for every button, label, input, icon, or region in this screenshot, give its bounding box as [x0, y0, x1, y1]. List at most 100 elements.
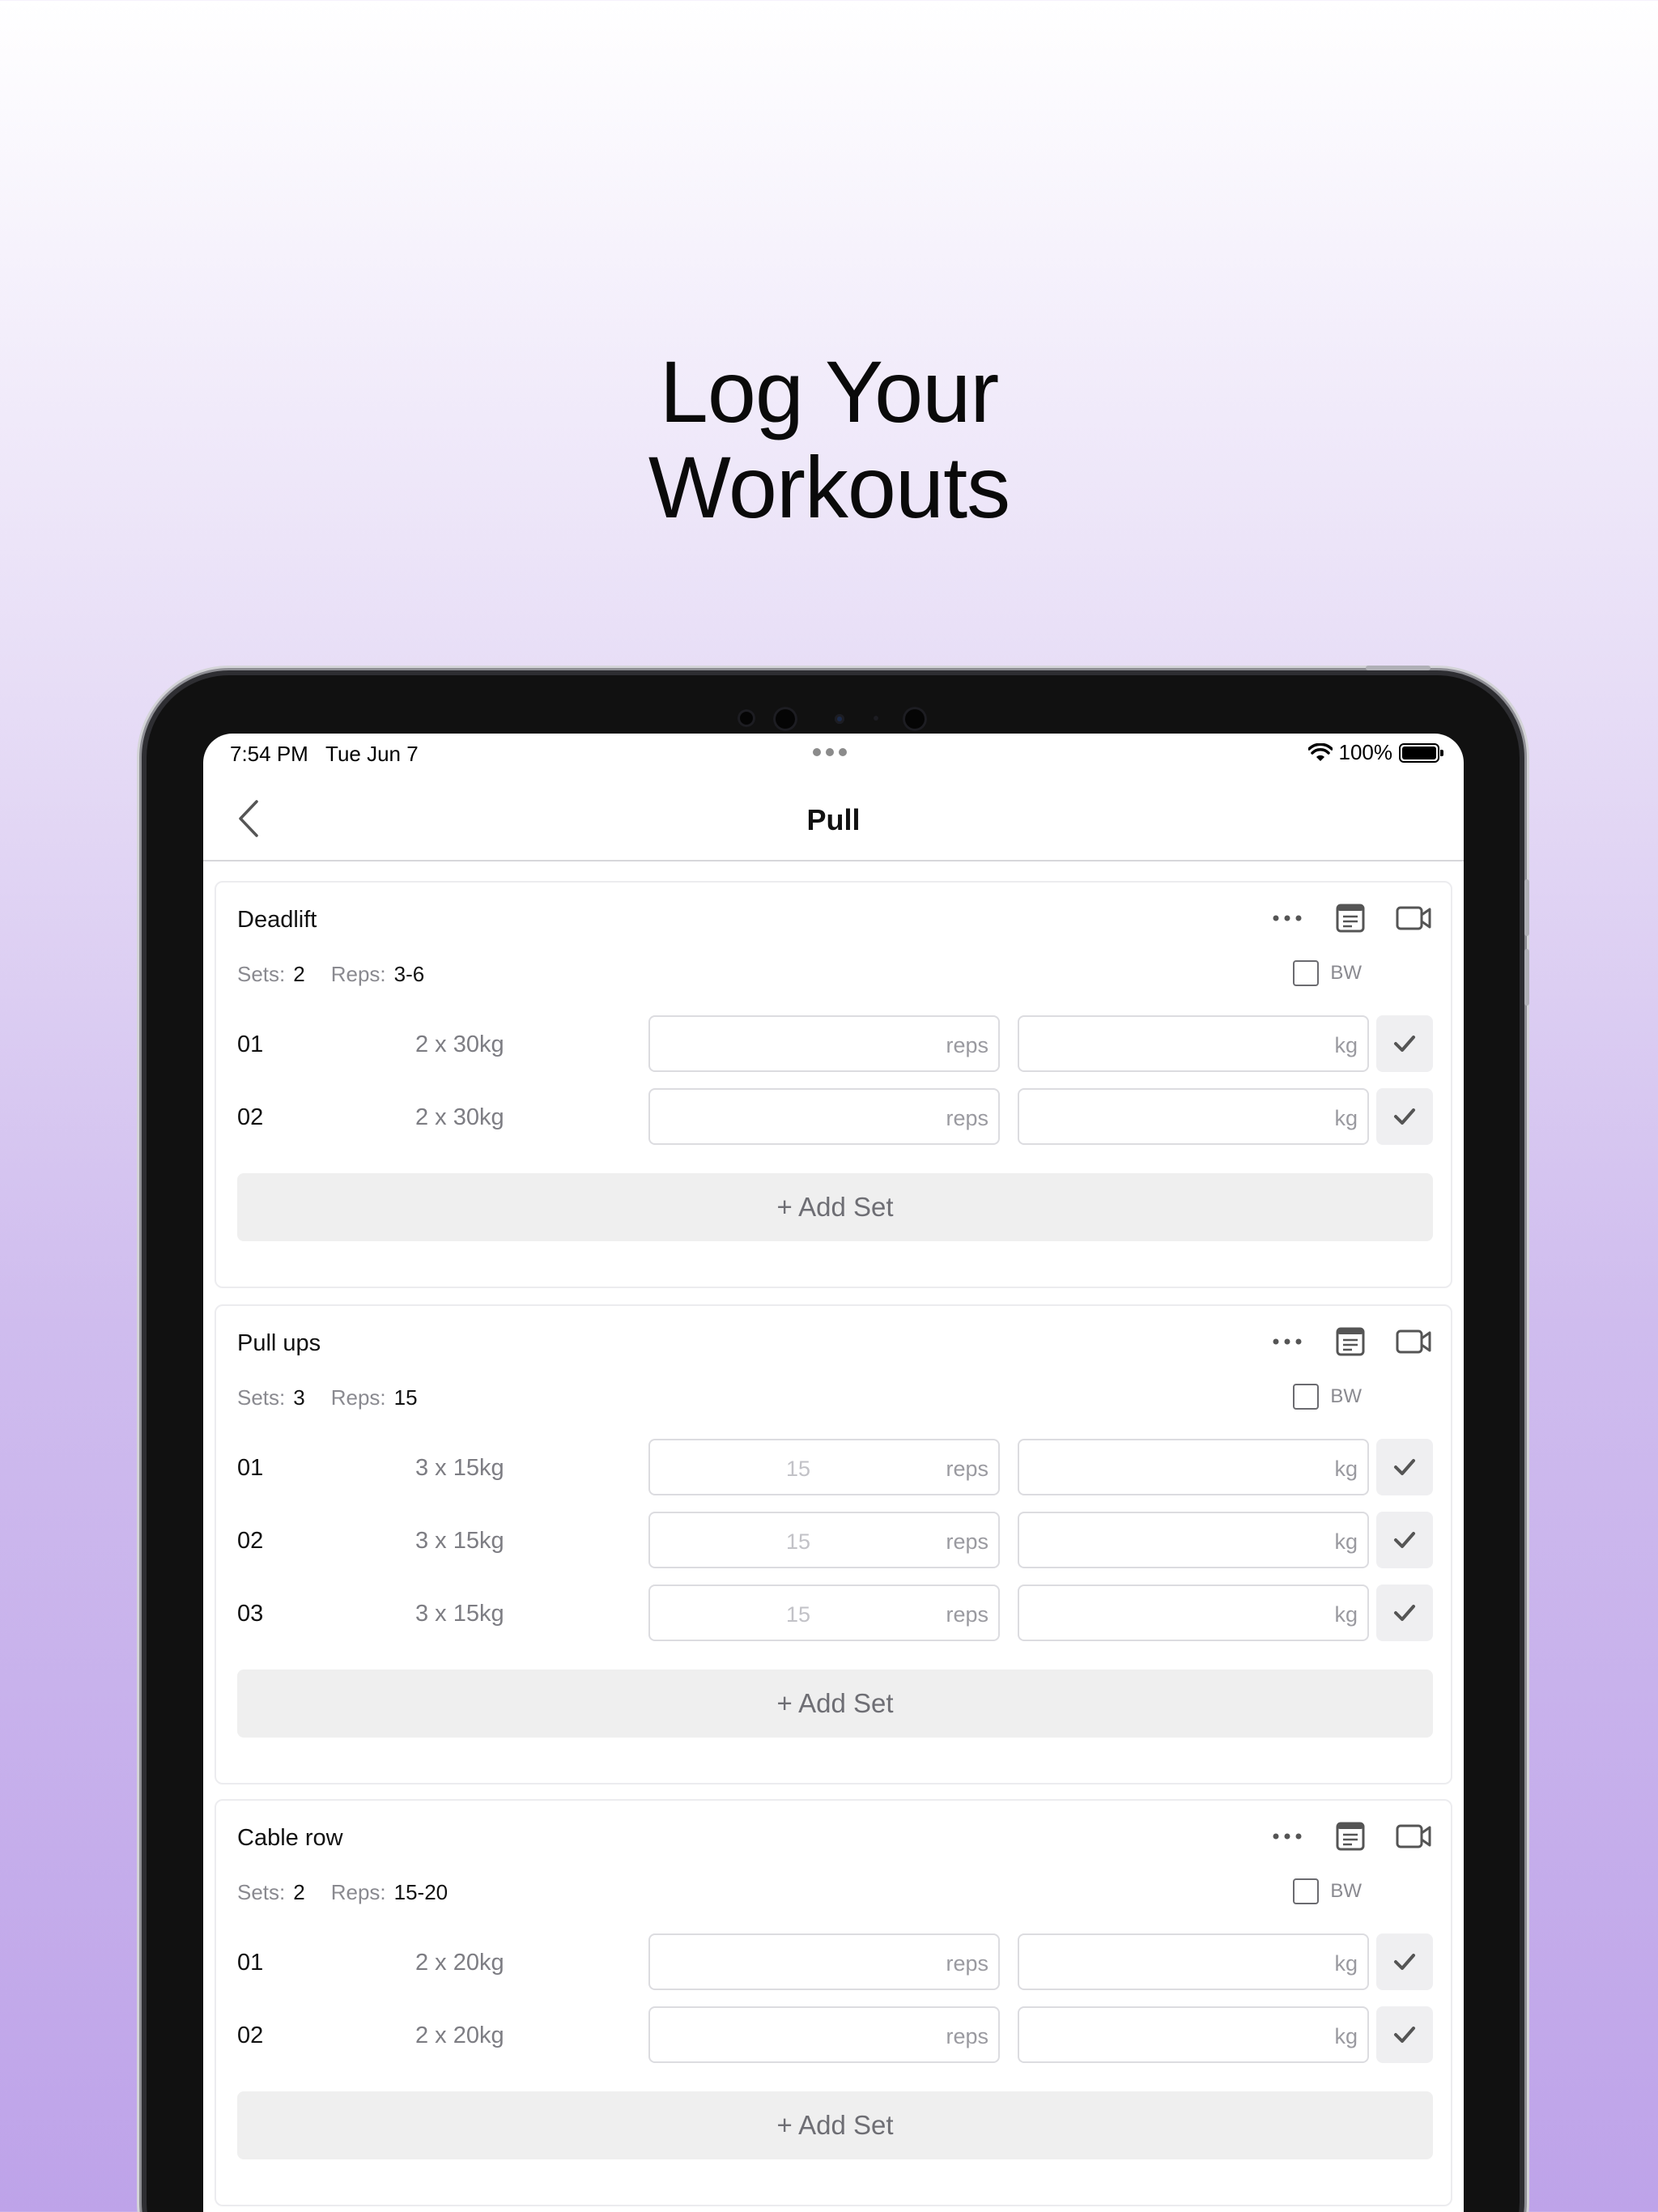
- add-set-button[interactable]: + Add Set: [237, 1173, 1433, 1241]
- complete-set-button[interactable]: [1376, 1439, 1433, 1495]
- set-row: 01 2 x 20kg reps kg: [237, 1933, 1433, 1990]
- reps-placeholder: reps: [946, 1529, 988, 1554]
- set-target: 3 x 15kg: [415, 1601, 504, 1627]
- exercise-meta: Sets: 2 Reps: 3-6: [237, 962, 424, 987]
- set-row: 01 2 x 30kg reps kg: [237, 1015, 1433, 1072]
- reps-prefill-value: 15: [786, 1457, 811, 1481]
- kg-placeholder: kg: [1334, 1951, 1358, 1976]
- bodyweight-checkbox[interactable]: [1293, 1878, 1320, 1904]
- more-options-icon[interactable]: [1269, 1324, 1305, 1359]
- complete-set-button[interactable]: [1376, 2006, 1433, 2063]
- set-target: 2 x 30kg: [415, 1032, 504, 1057]
- set-number: 01: [237, 1032, 264, 1057]
- wifi-icon: [1307, 742, 1333, 761]
- complete-set-button[interactable]: [1376, 1015, 1433, 1072]
- complete-set-button[interactable]: [1376, 1088, 1433, 1145]
- video-camera-icon[interactable]: [1396, 1819, 1431, 1854]
- notes-icon[interactable]: [1333, 900, 1368, 936]
- video-camera-icon[interactable]: [1396, 900, 1431, 936]
- kg-placeholder: kg: [1334, 1602, 1358, 1627]
- reps-input[interactable]: 15 reps: [648, 1439, 1000, 1495]
- complete-set-button[interactable]: [1376, 1512, 1433, 1568]
- reps-input[interactable]: 15 reps: [648, 1512, 1000, 1568]
- bodyweight-label: BW: [1330, 1385, 1362, 1407]
- reps-input[interactable]: reps: [648, 2006, 1000, 2063]
- weight-input[interactable]: kg: [1018, 2006, 1369, 2063]
- reps-placeholder: reps: [946, 1951, 988, 1976]
- headline: Log Your Workouts: [0, 344, 1658, 535]
- exercise-meta: Sets: 3 Reps: 15: [237, 1385, 418, 1410]
- status-bar: 7:54 PM Tue Jun 7 100%: [203, 734, 1464, 774]
- bodyweight-checkbox[interactable]: [1293, 1384, 1320, 1410]
- reps-label: Reps:: [330, 962, 386, 986]
- weight-input[interactable]: kg: [1018, 1439, 1369, 1495]
- reps-placeholder: reps: [946, 1602, 988, 1627]
- bodyweight-toggle[interactable]: BW: [1293, 960, 1362, 986]
- set-target: 2 x 20kg: [415, 2023, 504, 2048]
- camera-indicator: [835, 714, 844, 724]
- reps-label: Reps:: [330, 1880, 386, 1904]
- top-button: [1366, 666, 1431, 670]
- sensor-small: [874, 716, 878, 721]
- kg-placeholder: kg: [1334, 1457, 1358, 1481]
- exercise-name: Pull ups: [237, 1330, 321, 1356]
- bodyweight-toggle[interactable]: BW: [1293, 1878, 1362, 1904]
- set-number: 01: [237, 1455, 264, 1481]
- bodyweight-label: BW: [1330, 962, 1362, 984]
- checkmark-icon: [1394, 1605, 1415, 1621]
- weight-input[interactable]: kg: [1018, 1585, 1369, 1641]
- exercise-actions: [1269, 1819, 1431, 1854]
- add-set-button[interactable]: + Add Set: [237, 1670, 1433, 1738]
- add-set-button[interactable]: + Add Set: [237, 2091, 1433, 2159]
- status-time: 7:54 PM Tue Jun 7: [230, 742, 419, 766]
- exercise-card: Cable row Sets: 2 Reps: 15-20 BW 01 2 x …: [215, 1799, 1452, 2206]
- exercise-actions: [1269, 1324, 1431, 1359]
- sets-value: 2: [293, 962, 305, 986]
- weight-input[interactable]: kg: [1018, 1933, 1369, 1990]
- exercise-card: Pull ups Sets: 3 Reps: 15 BW 01 3 x 15kg: [215, 1304, 1452, 1784]
- set-row: 02 2 x 30kg reps kg: [237, 1088, 1433, 1145]
- reps-input[interactable]: reps: [648, 1015, 1000, 1072]
- set-number: 03: [237, 1601, 264, 1627]
- reps-prefill-value: 15: [786, 1529, 811, 1554]
- bodyweight-label: BW: [1330, 1880, 1362, 1902]
- sets-label: Sets:: [237, 1880, 286, 1904]
- bodyweight-toggle[interactable]: BW: [1293, 1384, 1362, 1410]
- reps-placeholder: reps: [946, 2024, 988, 2048]
- navigation-bar: Pull: [203, 774, 1464, 861]
- complete-set-button[interactable]: [1376, 1585, 1433, 1641]
- notes-icon[interactable]: [1333, 1819, 1368, 1854]
- more-options-icon[interactable]: [1269, 1819, 1305, 1854]
- complete-set-button[interactable]: [1376, 1933, 1433, 1990]
- bodyweight-checkbox[interactable]: [1293, 960, 1320, 986]
- checkmark-icon: [1394, 1036, 1415, 1052]
- kg-placeholder: kg: [1334, 2024, 1358, 2048]
- reps-prefill-value: 15: [786, 1602, 811, 1627]
- exercise-card: Deadlift Sets: 2 Reps: 3-6 BW 01 2 x 30k…: [215, 881, 1452, 1288]
- checkmark-icon: [1394, 1532, 1415, 1548]
- reps-input[interactable]: reps: [648, 1933, 1000, 1990]
- battery-percent: 100%: [1338, 740, 1393, 764]
- weight-input[interactable]: kg: [1018, 1088, 1369, 1145]
- camera-lens: [773, 707, 797, 731]
- set-target: 2 x 30kg: [415, 1104, 504, 1130]
- reps-input[interactable]: 15 reps: [648, 1585, 1000, 1641]
- headline-line-2: Workouts: [648, 438, 1010, 536]
- more-options-icon[interactable]: [1269, 900, 1305, 936]
- weight-input[interactable]: kg: [1018, 1512, 1369, 1568]
- notes-icon[interactable]: [1333, 1324, 1368, 1359]
- weight-input[interactable]: kg: [1018, 1015, 1369, 1072]
- multitasking-dots-icon[interactable]: [813, 748, 847, 756]
- checkmark-icon: [1394, 1108, 1415, 1125]
- reps-input[interactable]: reps: [648, 1088, 1000, 1145]
- reps-value: 15: [393, 1385, 418, 1410]
- set-row: 03 3 x 15kg 15 reps kg: [237, 1585, 1433, 1641]
- sensor-dot-right: [903, 707, 927, 731]
- reps-placeholder: reps: [946, 1033, 988, 1057]
- video-camera-icon[interactable]: [1396, 1324, 1431, 1359]
- set-target: 3 x 15kg: [415, 1455, 504, 1481]
- set-number: 02: [237, 2023, 264, 2048]
- set-number: 02: [237, 1528, 264, 1554]
- set-row: 02 3 x 15kg 15 reps kg: [237, 1512, 1433, 1568]
- sets-value: 2: [293, 1880, 305, 1904]
